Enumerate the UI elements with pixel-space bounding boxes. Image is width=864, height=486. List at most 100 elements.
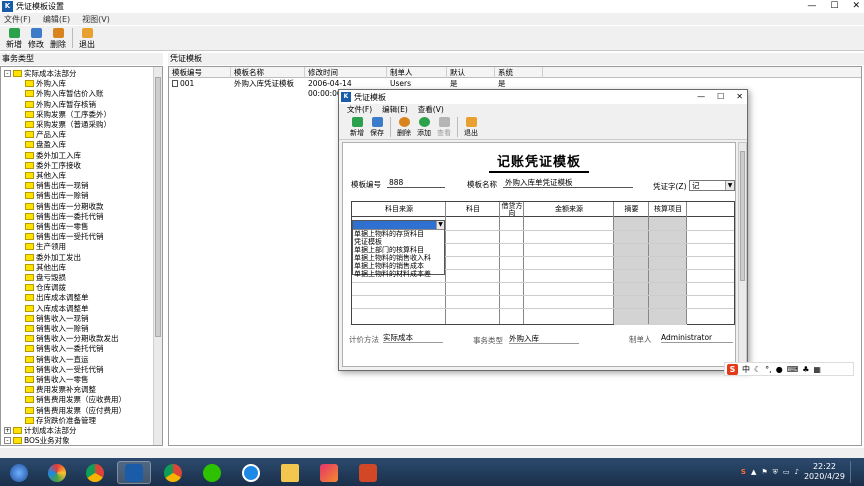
tree-node[interactable]: 销售出库一零售 (25, 222, 89, 231)
collapse-icon[interactable]: - (4, 437, 11, 445)
tree-node[interactable]: - BOS业务对象 (4, 436, 70, 445)
new-button[interactable]: 新增 (3, 26, 25, 50)
dialog-close-icon[interactable]: ✕ (736, 92, 743, 101)
tree-node[interactable]: 销售费用发票（应付费用） (25, 406, 126, 415)
dropdown-option[interactable]: 单据上部门的核算科目 (353, 246, 444, 254)
col-modified-time[interactable]: 修改时间 (305, 67, 387, 78)
business-type-tree[interactable]: - 实际成本法部分 外购入库 外购入库暂估价入账 外购入库暂存核销 采购发票（工序委外）采… (0, 66, 163, 446)
dialog-scrollbar[interactable] (738, 142, 747, 367)
dialog-delete-button[interactable]: 删除 (394, 115, 414, 139)
tree-node[interactable]: 销售出库一现销 (25, 181, 89, 190)
clock[interactable]: 22:22 2020/4/29 (804, 462, 845, 482)
dialog-add-button[interactable]: 添加 (414, 115, 434, 139)
tree-node[interactable]: 盘盈入库 (25, 140, 66, 149)
dialog-menu-edit[interactable]: 编辑(E) (382, 104, 408, 115)
collapse-icon[interactable]: - (4, 70, 11, 77)
dropdown-option[interactable]: 单据上物料的存货科目 (353, 230, 444, 238)
tree-node[interactable]: 仓库调拨 (25, 283, 66, 292)
tree-node[interactable]: 销售收入一委托代销 (25, 344, 104, 353)
network-icon[interactable]: ▭ (783, 468, 790, 476)
mic-icon[interactable]: ● (776, 365, 783, 374)
taskbar-app[interactable] (195, 461, 229, 484)
tree-node[interactable]: 销售收入一零售 (25, 375, 89, 384)
edit-button[interactable]: 修改 (25, 26, 47, 50)
grid-menu-icon[interactable]: ▦ (813, 365, 821, 374)
tree-node[interactable]: 外购入库暂存核销 (25, 100, 96, 109)
taskbar-app[interactable] (156, 461, 190, 484)
tree-node[interactable]: - 实际成本法部分 (4, 69, 77, 78)
tree-node[interactable]: 出库成本调整单 (25, 293, 89, 302)
col-system[interactable]: 系统 (495, 67, 543, 78)
dialog-save-button[interactable]: 保存 (367, 115, 387, 139)
taskbar-app[interactable] (351, 461, 385, 484)
punctuation-icon[interactable]: °, (765, 365, 772, 374)
dialog-menu-file[interactable]: 文件(F) (347, 104, 372, 115)
tree-node[interactable]: 销售收入一现销 (25, 314, 89, 323)
tree-node[interactable]: 委外工序接收 (25, 161, 81, 170)
keyboard-icon[interactable]: ⌨ (787, 365, 799, 374)
dropdown-option[interactable]: 单据上物料的材料成本差 (353, 270, 444, 278)
maximize-icon[interactable]: ☐ (830, 1, 838, 11)
sogou-tray-icon[interactable]: S (741, 468, 746, 476)
expand-icon[interactable]: + (4, 427, 11, 434)
dropdown-option[interactable]: 单据上物料的销售收入科 (353, 254, 444, 262)
dialog-maximize-icon[interactable]: ☐ (717, 92, 724, 101)
tree-node[interactable]: 销售出库一赊销 (25, 191, 89, 200)
tree-node[interactable]: 销售收入一分期收款发出 (25, 334, 119, 343)
tree-node[interactable]: 委外加工入库 (25, 151, 81, 160)
taskbar-app[interactable] (312, 461, 346, 484)
taskbar-app[interactable] (78, 461, 112, 484)
exit-button[interactable]: 退出 (76, 26, 98, 50)
tree-node[interactable]: 存货跌价准备管理 (25, 416, 96, 425)
col-template-no[interactable]: 模板编号 (169, 67, 231, 78)
menu-edit[interactable]: 编辑(E) (43, 14, 70, 25)
tree-node[interactable]: 销售出库一分期收款 (25, 202, 104, 211)
tree-node[interactable]: 销售费用发票（应收费用） (25, 395, 126, 404)
tree-node[interactable]: 外购入库暂估价入账 (25, 89, 104, 98)
tree-node[interactable]: 销售出库一委托代销 (25, 212, 104, 221)
tree-scrollbar[interactable] (153, 67, 162, 445)
menu-view[interactable]: 视图(V) (82, 14, 110, 25)
up-arrow-icon[interactable]: ▲ (751, 468, 756, 476)
template-no-field[interactable]: 888 (387, 177, 445, 188)
dialog-menu-view[interactable]: 查看(V) (418, 104, 444, 115)
dialog-new-button[interactable]: 新增 (347, 115, 367, 139)
sogou-logo-icon[interactable]: S (727, 363, 738, 375)
menu-file[interactable]: 文件(F) (4, 14, 31, 25)
tree-node[interactable]: 销售收入一受托代销 (25, 365, 104, 374)
moon-icon[interactable]: ☾ (754, 365, 761, 374)
close-icon[interactable]: ✕ (852, 1, 860, 11)
ime-lang-toggle[interactable]: 中 (742, 364, 750, 375)
tree-node[interactable]: 委外加工发出 (25, 253, 81, 262)
tree-scroll-thumb[interactable] (155, 77, 161, 337)
tree-node[interactable]: 其他入库 (25, 171, 66, 180)
dropdown-option[interactable]: 凭证模板 (353, 238, 444, 246)
table-row[interactable] (352, 282, 734, 283)
tree-node[interactable]: 产品入库 (25, 130, 66, 139)
col-template-name[interactable]: 模板名称 (231, 67, 305, 78)
dialog-view-button[interactable]: 查看 (434, 115, 454, 139)
tree-node[interactable]: 生产领用 (25, 242, 66, 251)
dialog-exit-button[interactable]: 退出 (461, 115, 481, 139)
tree-node[interactable]: 销售收入一赊销 (25, 324, 89, 333)
dialog-minimize-icon[interactable]: — (697, 92, 705, 101)
minimize-icon[interactable]: — (807, 1, 816, 11)
tree-node[interactable]: 采购发票（普通采购） (25, 120, 111, 129)
account-source-input[interactable]: ▼ (353, 221, 444, 230)
dialog-scroll-thumb[interactable] (740, 151, 745, 281)
taskbar-app[interactable] (40, 461, 74, 484)
tree-node[interactable]: 销售出库一受托代销 (25, 232, 104, 241)
volume-icon[interactable]: ♪ (795, 468, 799, 476)
ime-toolbar[interactable]: S 中 ☾ °, ● ⌨ ♣ ▦ (724, 362, 854, 376)
show-desktop-button[interactable] (850, 461, 856, 483)
tree-node[interactable]: 入库成本调整单 (25, 304, 89, 313)
template-name-field[interactable]: 外购入库单凭证模板 (503, 177, 633, 188)
tree-node[interactable]: + 计划成本法部分 (4, 426, 77, 435)
table-row[interactable] (352, 295, 734, 296)
account-source-dropdown[interactable]: ▼ 单据上物料的存货科目 凭证模板 单据上部门的核算科目 单据上物料的销售收入科… (352, 220, 445, 278)
tree-node[interactable]: 外购入库 (25, 79, 66, 88)
tree-node[interactable]: 采购发票（工序委外） (25, 110, 111, 119)
skin-icon[interactable]: ♣ (802, 365, 809, 374)
shield-icon[interactable]: ⛨ (773, 468, 778, 477)
chevron-down-icon[interactable]: ▼ (725, 181, 734, 190)
